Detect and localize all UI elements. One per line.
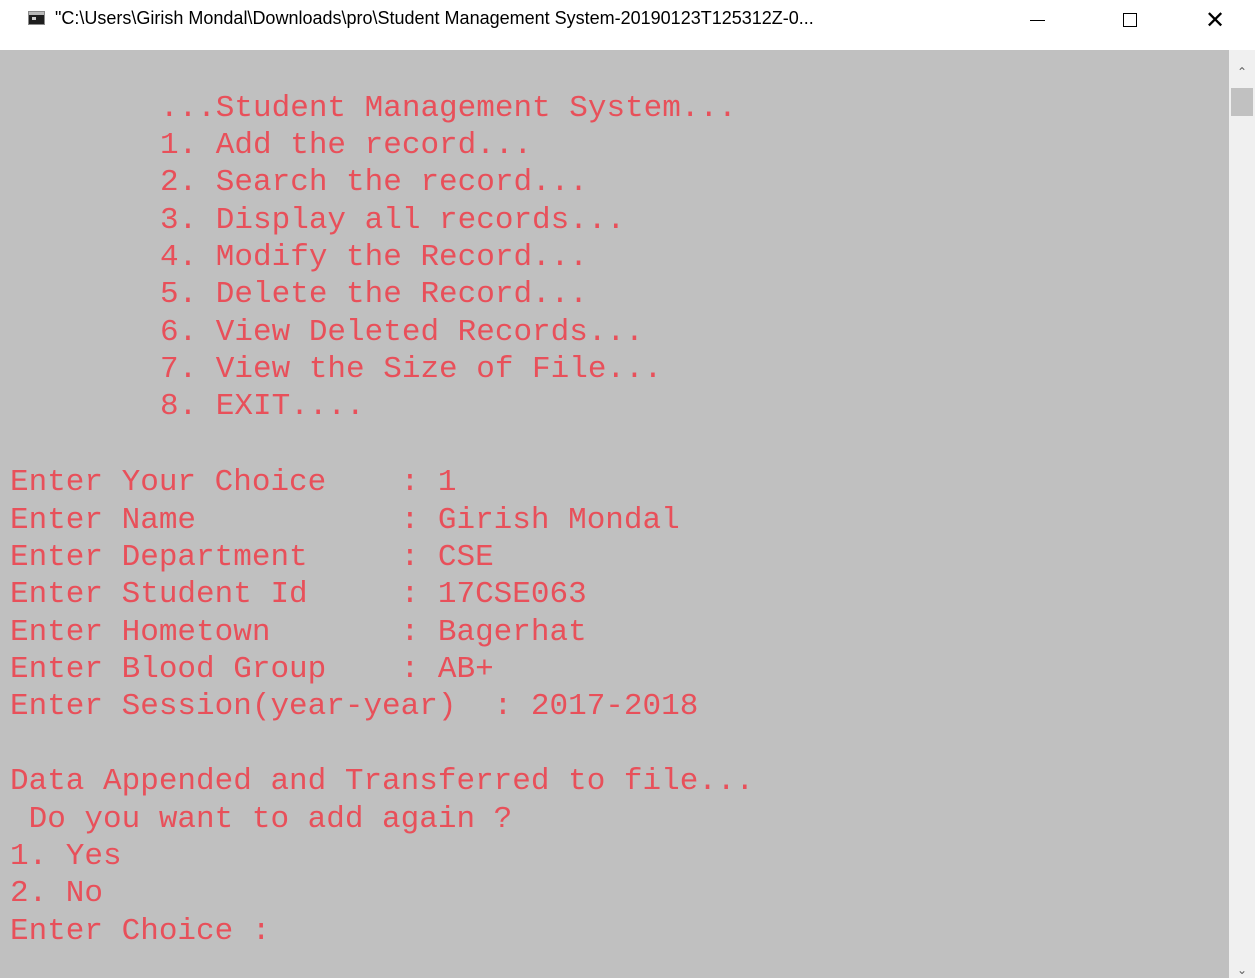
prompt-student-id: Enter Student Id : 17CSE063 [10, 577, 587, 612]
option-yes: 1. Yes [10, 839, 122, 874]
title-bar[interactable]: "C:\Users\Girish Mondal\Downloads\pro\St… [0, 0, 1255, 50]
menu-item-modify: 4. Modify the Record... [160, 240, 588, 275]
vertical-scrollbar[interactable]: ⌃ ⌄ [1229, 50, 1255, 978]
console-app-icon[interactable] [28, 11, 45, 25]
prompt-blood-group: Enter Blood Group : AB+ [10, 652, 494, 687]
menu-heading: ...Student Management System... [160, 91, 737, 126]
maximize-icon [1123, 13, 1137, 27]
window-title: "C:\Users\Girish Mondal\Downloads\pro\St… [55, 8, 814, 28]
minimize-button[interactable] [1014, 0, 1060, 40]
console-output[interactable]: ...Student Management System... 1. Add t… [0, 50, 1229, 978]
menu-item-file-size: 7. View the Size of File... [160, 352, 663, 387]
menu-item-add: 1. Add the record... [160, 128, 533, 163]
menu-item-exit: 8. EXIT.... [160, 389, 365, 424]
console-window: "C:\Users\Girish Mondal\Downloads\pro\St… [0, 0, 1255, 978]
scroll-down-button[interactable]: ⌄ [1229, 956, 1255, 978]
minimize-icon [1029, 19, 1045, 21]
prompt-department: Enter Department : CSE [10, 540, 494, 575]
maximize-button[interactable] [1107, 0, 1153, 40]
prompt-enter-choice: Enter Choice : [10, 914, 271, 949]
close-button[interactable]: ✕ [1192, 0, 1238, 40]
menu-item-delete: 5. Delete the Record... [160, 277, 588, 312]
menu-item-view-deleted: 6. View Deleted Records... [160, 315, 644, 350]
chevron-up-icon: ⌃ [1236, 65, 1248, 79]
menu-item-search: 2. Search the record... [160, 165, 588, 200]
menu-item-display: 3. Display all records... [160, 203, 626, 238]
close-icon: ✕ [1204, 6, 1226, 34]
scroll-up-button[interactable]: ⌃ [1229, 58, 1255, 86]
add-again-question: Do you want to add again ? [10, 802, 513, 837]
prompt-hometown: Enter Hometown : Bagerhat [10, 615, 587, 650]
chevron-down-icon: ⌄ [1236, 963, 1248, 977]
prompt-session: Enter Session(year-year) : 2017-2018 [10, 689, 699, 724]
prompt-name: Enter Name : Girish Mondal [10, 503, 680, 538]
prompt-choice: Enter Your Choice : 1 [10, 465, 457, 500]
status-message: Data Appended and Transferred to file... [10, 764, 755, 799]
scroll-thumb[interactable] [1231, 88, 1253, 116]
option-no: 2. No [10, 876, 104, 911]
